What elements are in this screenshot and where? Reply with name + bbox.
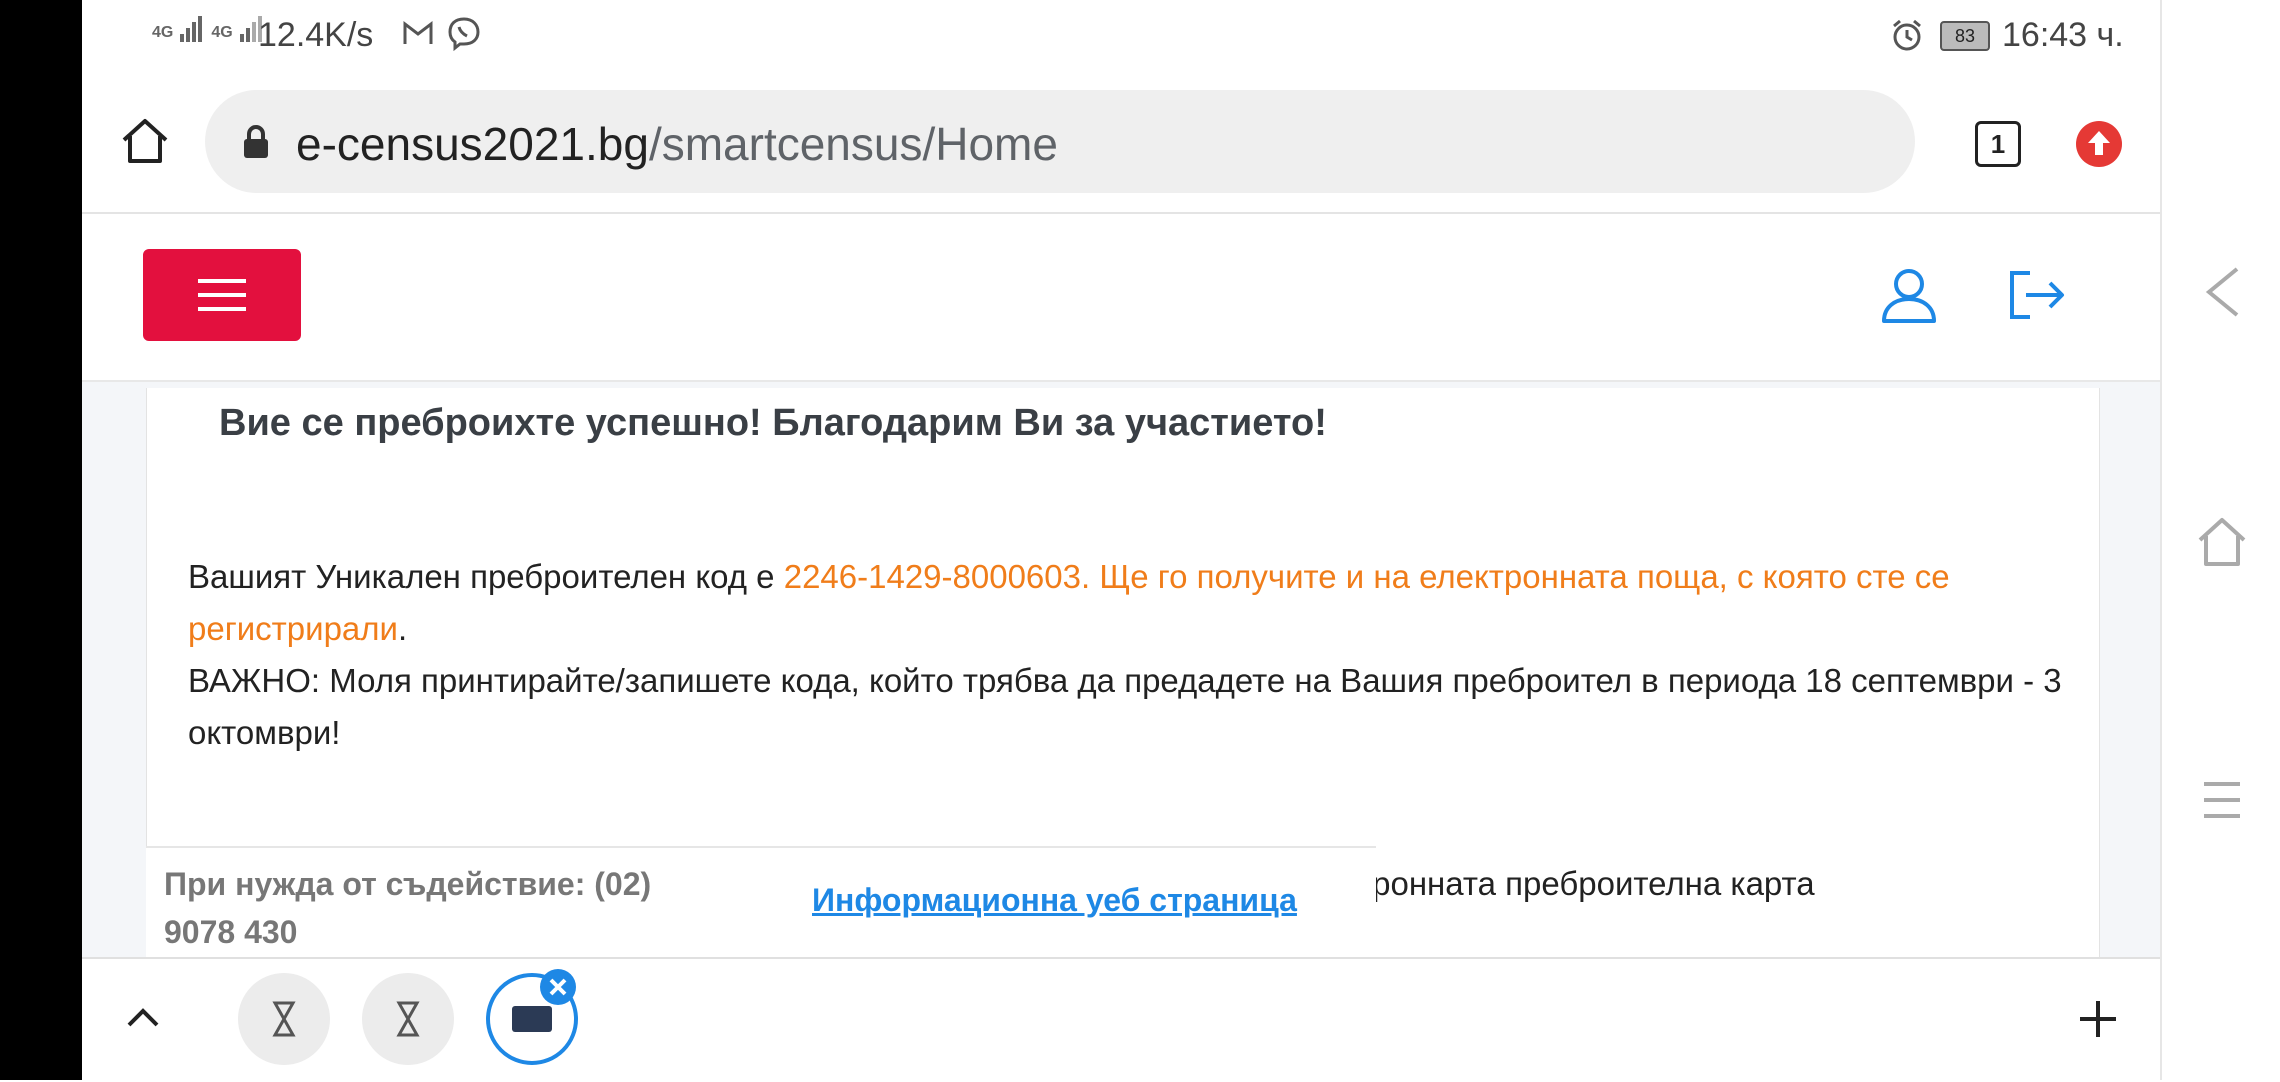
close-tab-button[interactable] (540, 969, 576, 1005)
network-speed: 12.4K/s (258, 16, 374, 54)
back-button[interactable] (2162, 262, 2280, 322)
tab-switcher-bar (82, 957, 2160, 1082)
system-nav-bar (2160, 0, 2280, 1080)
help-contact: При нужда от съдействие: (02) 9078 430 (164, 866, 652, 950)
network-type-1: 4G (152, 24, 174, 41)
viber-icon (448, 17, 480, 52)
info-page-link[interactable]: Информационна уеб страница (812, 882, 1297, 919)
clock: 16:43 ч. (2002, 16, 2124, 54)
code-suffix: . (397, 610, 408, 647)
status-bar: 4G 4G 12.4K/s 83 16:43 ч. (82, 0, 2160, 70)
url-domain: e-census2021.bg (296, 118, 649, 170)
network-type-2: 4G (211, 24, 233, 41)
chevron-up-icon[interactable] (126, 1005, 160, 1029)
battery-level: 83 (1954, 25, 1976, 46)
tabs-icon[interactable]: 1 (1975, 121, 2021, 167)
alarm-icon (1893, 19, 1921, 51)
update-icon[interactable] (2075, 120, 2123, 168)
url-path: /smartcensus/Home (648, 118, 1058, 170)
plus-icon[interactable] (2078, 999, 2118, 1039)
user-icon[interactable] (1880, 266, 1938, 324)
gmail-icon (403, 20, 433, 44)
partial-text-line: тронната преброителна карта (1357, 865, 1815, 902)
url-text[interactable]: e-census2021.bg/smartcensus/Home (296, 117, 1058, 171)
census-logo-icon-2 (396, 1001, 420, 1037)
recents-button[interactable] (2162, 770, 2280, 830)
tab-count: 1 (1990, 128, 2006, 159)
code-prefix: Вашият Уникален преброителен код е (188, 558, 784, 595)
close-icon (549, 978, 567, 996)
menu-icon (198, 279, 246, 311)
left-edge (0, 0, 82, 1080)
signal-icon (180, 16, 203, 42)
lock-icon (244, 125, 268, 158)
footer: При нужда от съдействие: (02) 9078 430 И… (146, 846, 1376, 959)
menu-button[interactable] (143, 249, 301, 341)
tab-thumbnail-1[interactable] (238, 973, 330, 1065)
home-icon[interactable] (120, 116, 170, 166)
recents-icon (2204, 782, 2240, 818)
nav-home-button[interactable] (2162, 510, 2280, 574)
battery-icon: 83 (1940, 21, 1990, 51)
back-icon (2205, 267, 2239, 317)
active-tab-preview (512, 1006, 552, 1032)
nav-home-icon (2198, 518, 2246, 566)
success-heading: Вие се преброихте успешно! Благодарим Ви… (219, 402, 1327, 444)
tab-thumbnail-2[interactable] (362, 973, 454, 1065)
logout-icon[interactable] (2008, 270, 2066, 320)
code-paragraph: Вашият Уникален преброителен код е 2246-… (188, 551, 2068, 655)
census-logo-icon (272, 1001, 296, 1037)
important-notice: ВАЖНО: Моля принтирайте/запишете кода, к… (188, 662, 2062, 751)
site-header (82, 214, 2160, 382)
signal-icons: 4G 4G (152, 14, 265, 42)
